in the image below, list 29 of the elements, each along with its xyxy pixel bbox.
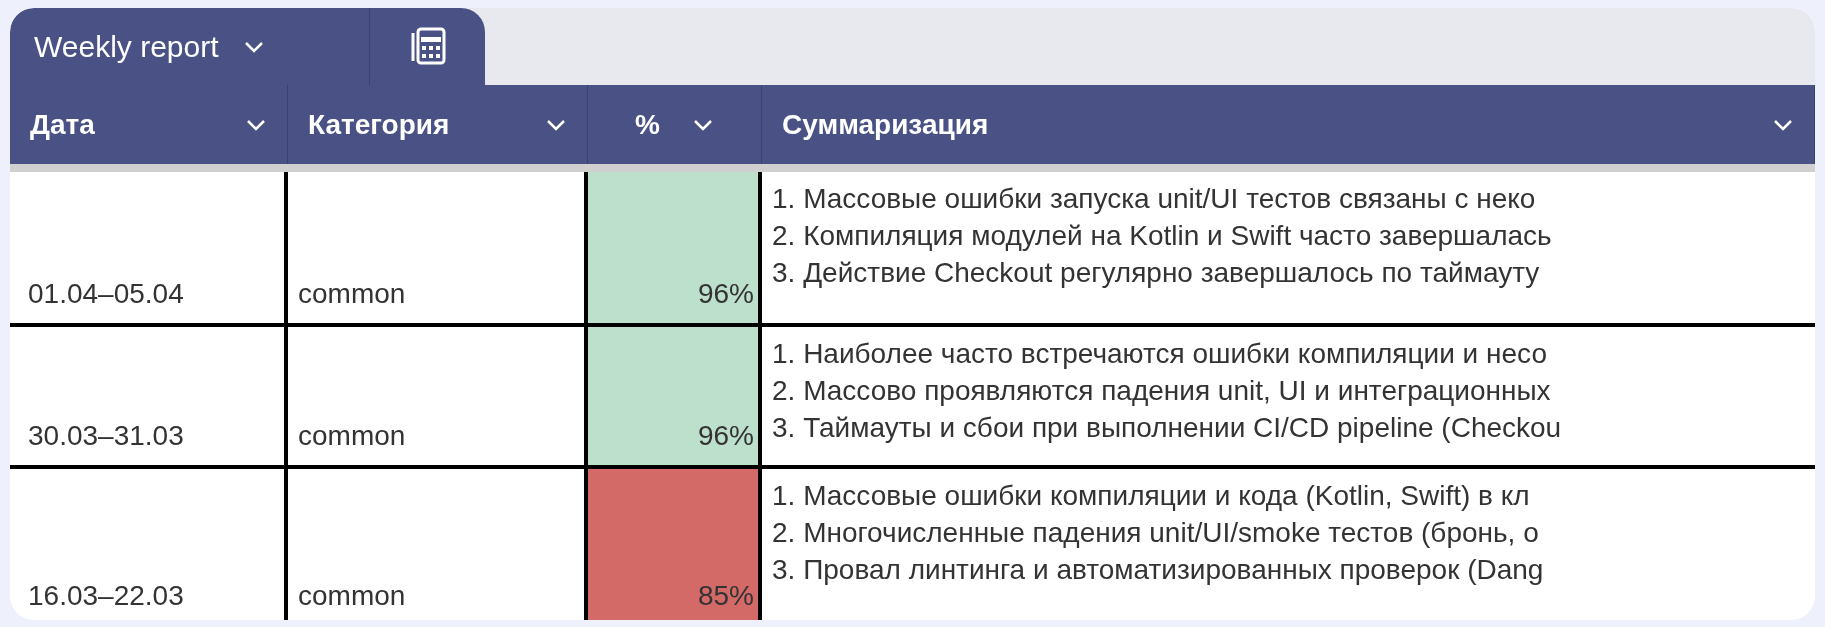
- column-header[interactable]: %: [588, 85, 762, 164]
- chevron-down-icon: [245, 117, 267, 132]
- summary-line: 1. Массовые ошибки компиляции и кода (Kotlin, Swift) в кл: [772, 479, 1531, 513]
- column-header[interactable]: Суммаризация: [762, 85, 1815, 164]
- date-cell-text: 01.04–05.04: [28, 277, 184, 311]
- summary-line: 3. Таймауты и сбои при выполнении CI/CD pipeline (Checkou: [772, 411, 1563, 445]
- chevron-down-icon: [242, 39, 265, 54]
- percent-cell: 96%: [588, 172, 762, 323]
- summary-line: 2. Массово проявляются падения unit, UI и интеграционных: [772, 374, 1552, 408]
- summary-line: 2. Многочисленные падения unit/UI/smoke тестов (бронь, о: [772, 516, 1540, 550]
- category-cell-text: common: [298, 419, 406, 453]
- category-cell-text: common: [298, 277, 406, 311]
- summary-line: 2. Компиляция модулей на Kotlin и Swift часто завершалась: [772, 219, 1553, 253]
- date-cell-text: 30.03–31.03: [28, 419, 184, 453]
- report-tab[interactable]: Weekly report: [10, 8, 370, 85]
- summary-line: 1. Массовые ошибки запуска unit/UI тестов связаны с неко: [772, 182, 1537, 216]
- summary-line: 3. Действие Checkout регулярно завершалось по таймауту: [772, 256, 1541, 290]
- chevron-down-icon: [545, 117, 567, 132]
- summary-line: 1. Наиболее часто встречаются ошибки компиляции и несо: [772, 337, 1548, 371]
- summary-line: 3. Провал линтинга и автоматизированных проверок (Dang: [772, 553, 1545, 587]
- column-header[interactable]: Категория: [288, 85, 588, 164]
- date-cell-text: 16.03–22.03: [28, 579, 184, 613]
- chevron-down-icon: [691, 117, 714, 132]
- percent-cell: 96%: [588, 327, 762, 465]
- chevron-down-icon: [1772, 117, 1794, 132]
- percent-cell: 85%: [588, 469, 762, 620]
- calculator-tab[interactable]: [370, 8, 485, 85]
- category-cell-text: common: [298, 579, 406, 613]
- column-header[interactable]: Дата: [10, 85, 288, 164]
